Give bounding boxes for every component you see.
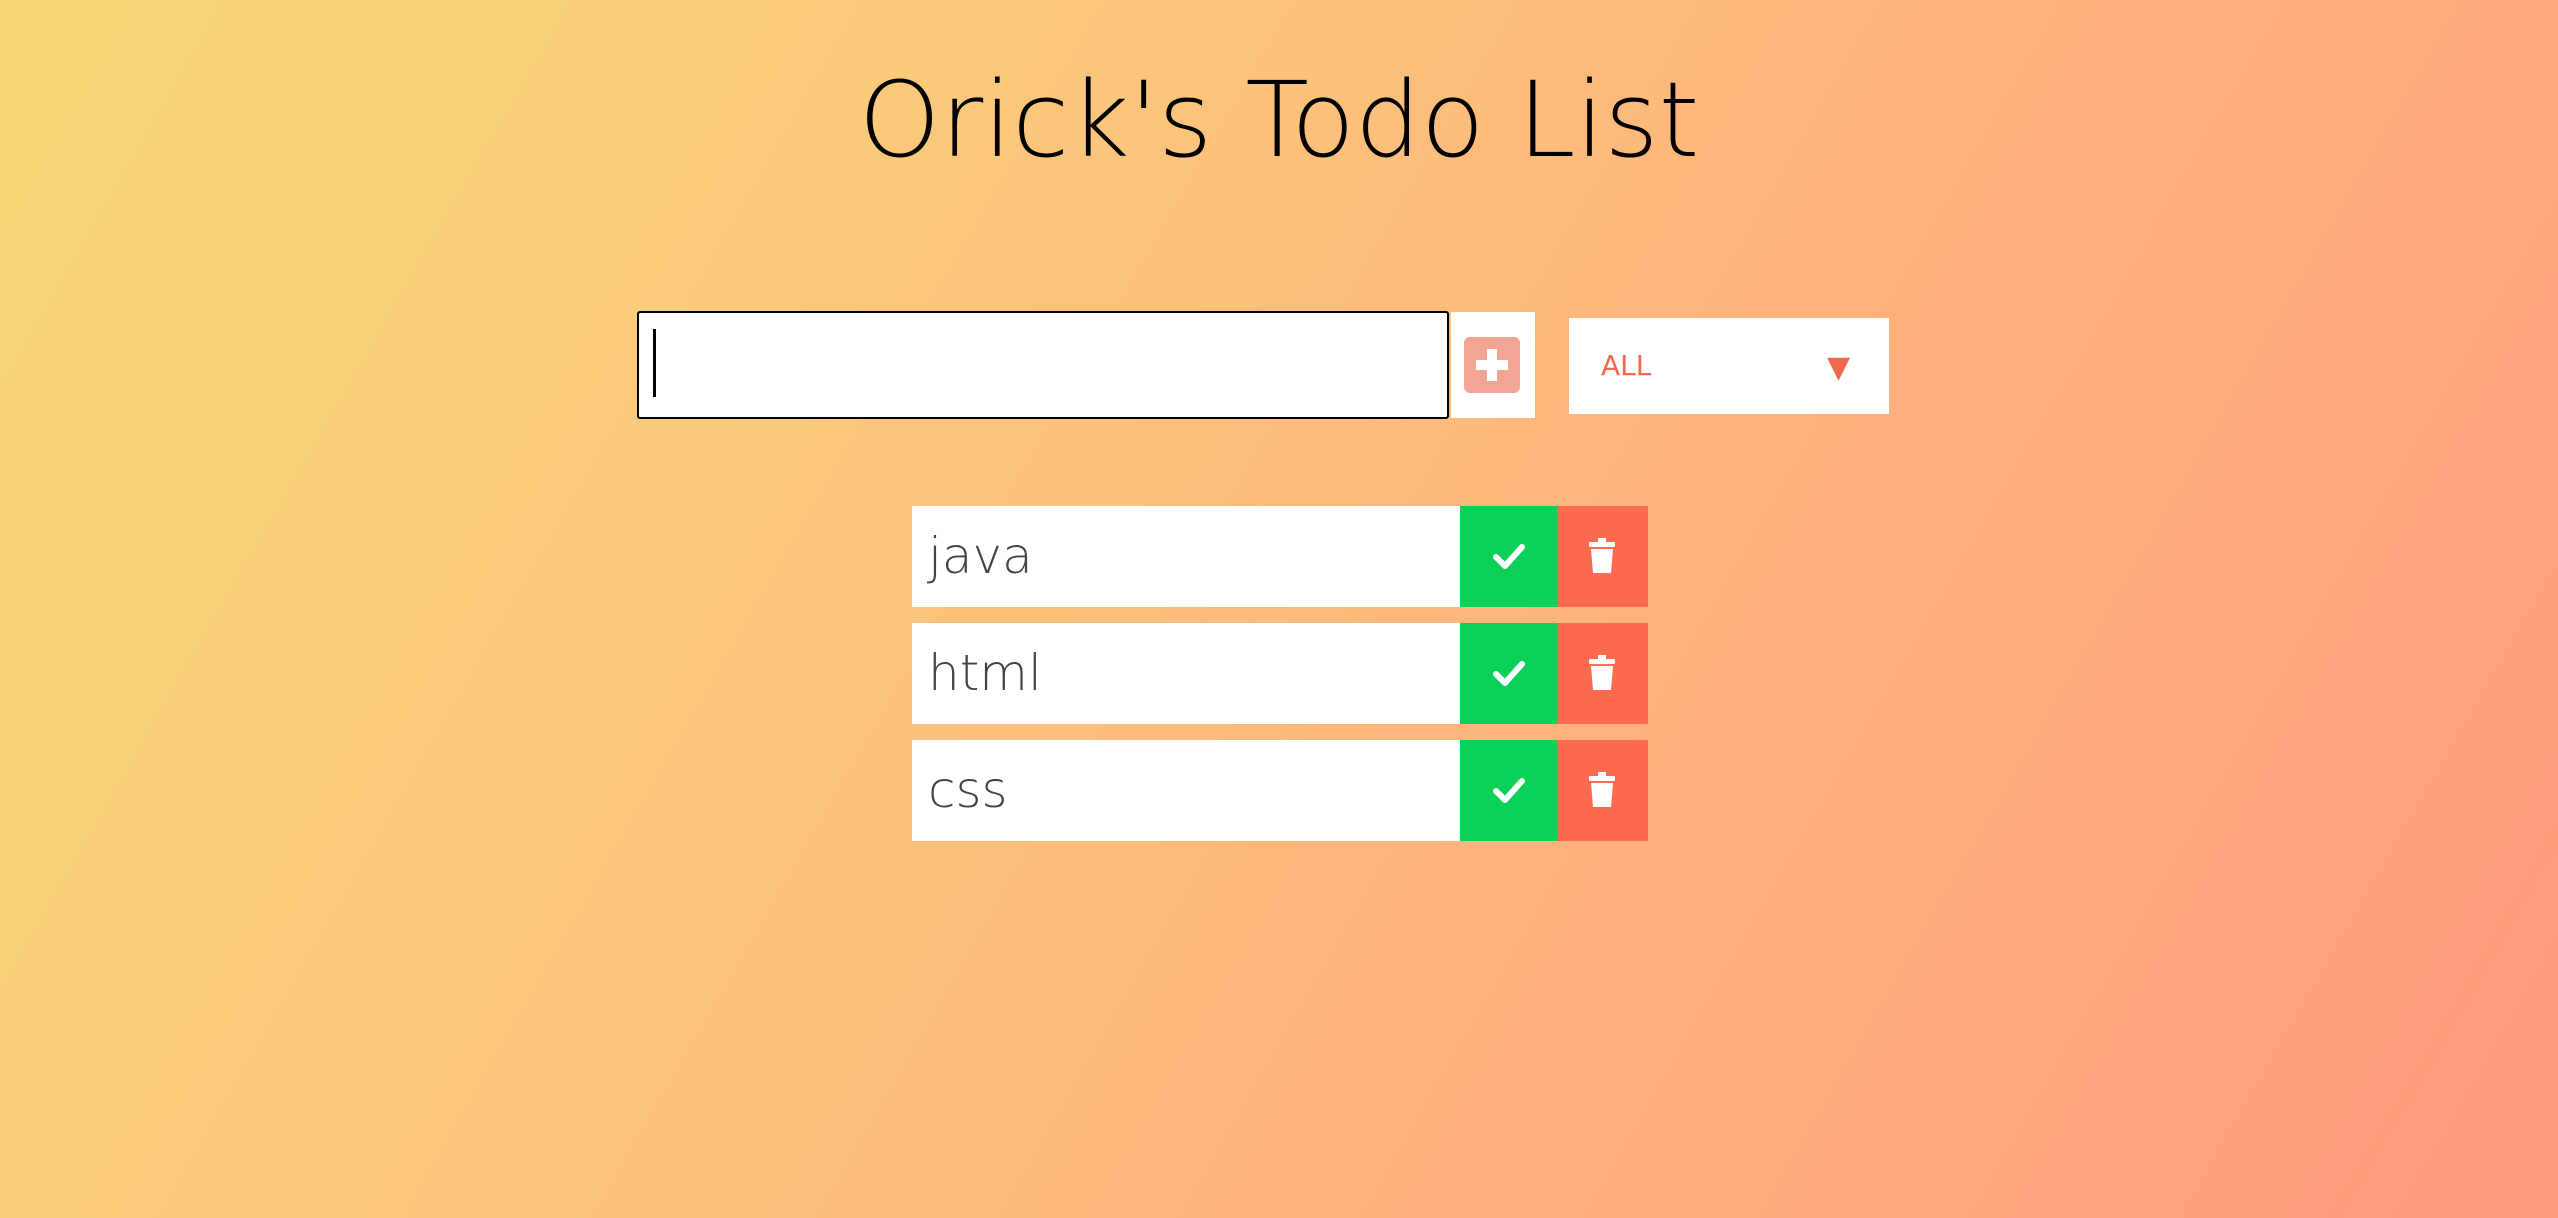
complete-button[interactable]	[1460, 623, 1557, 724]
plus-square-icon	[1464, 337, 1520, 393]
check-icon	[1493, 778, 1525, 803]
todo-text: css	[912, 740, 1460, 841]
todo-item: html	[912, 623, 1648, 724]
filter-selected-value: ALL	[1601, 349, 1652, 382]
todo-list: java html css	[912, 506, 1648, 857]
text-cursor	[653, 329, 656, 397]
todo-text: java	[912, 506, 1460, 607]
complete-button[interactable]	[1460, 506, 1557, 607]
filter-select[interactable]: ALL ▼	[1569, 318, 1889, 414]
delete-button[interactable]	[1557, 623, 1648, 724]
check-icon	[1493, 544, 1525, 569]
trash-icon	[1589, 655, 1615, 690]
page-title: Orick's Todo List	[858, 59, 1700, 181]
add-todo-form	[637, 311, 1537, 419]
todo-text: html	[912, 623, 1460, 724]
trash-icon	[1589, 538, 1615, 573]
delete-button[interactable]	[1557, 506, 1648, 607]
add-todo-button[interactable]	[1451, 312, 1535, 418]
todo-item: java	[912, 506, 1648, 607]
delete-button[interactable]	[1557, 740, 1648, 841]
check-icon	[1493, 661, 1525, 686]
trash-icon	[1589, 772, 1615, 807]
todo-item: css	[912, 740, 1648, 841]
todo-input[interactable]	[637, 311, 1449, 419]
complete-button[interactable]	[1460, 740, 1557, 841]
chevron-down-icon: ▼	[1827, 350, 1851, 385]
